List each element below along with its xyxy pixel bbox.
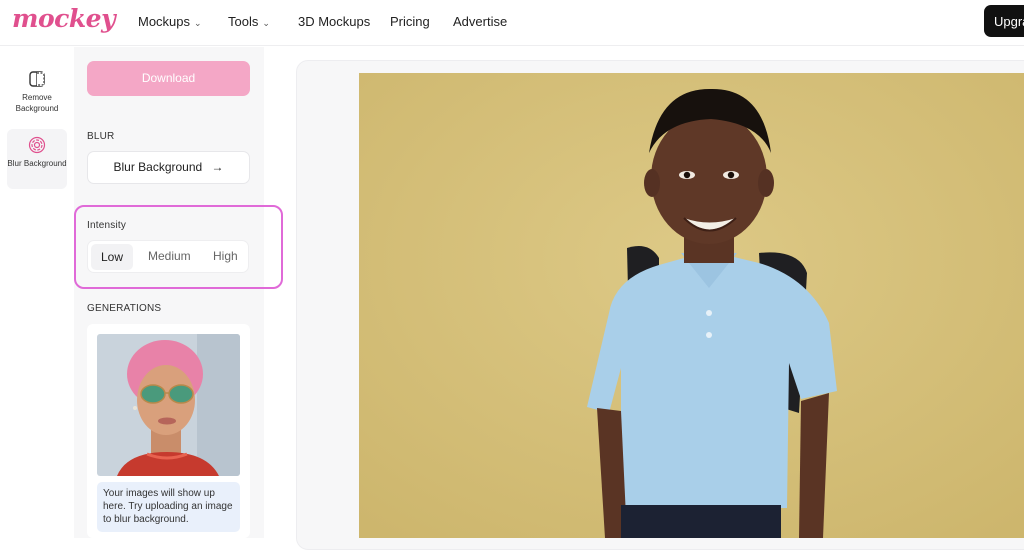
blur-background-label: Blur Background	[113, 160, 203, 174]
arrow-right-icon: →	[211, 160, 224, 174]
blur-background-button[interactable]: Blur Background →	[87, 151, 250, 184]
rail-item-label: Blur Background	[7, 159, 67, 168]
nav-3d-mockups[interactable]: 3D Mockups	[298, 14, 370, 29]
nav-advertise[interactable]: Advertise	[453, 14, 507, 29]
nav-pricing[interactable]: Pricing	[390, 14, 430, 29]
chevron-down-icon: ⌄	[194, 18, 202, 28]
tool-rail: Remove Background Blur Background	[0, 47, 74, 538]
blur-section-label: BLUR	[87, 131, 115, 142]
intensity-selector: Low Medium High	[87, 240, 249, 273]
intensity-option-medium[interactable]: Medium	[148, 249, 191, 263]
boy-portrait-image	[359, 73, 1024, 538]
nav-mockups-label: Mockups	[138, 14, 191, 29]
chevron-down-icon: ⌄	[262, 18, 270, 28]
nav-mockups[interactable]: Mockups ⌄	[138, 14, 202, 29]
upgrade-button[interactable]: Upgra	[984, 5, 1024, 37]
remove-background-icon	[29, 71, 45, 87]
rail-item-blur-background[interactable]: Blur Background	[7, 129, 67, 189]
mockey-logo[interactable]: mockey	[12, 4, 116, 33]
nav-tools[interactable]: Tools ⌄	[228, 14, 270, 29]
top-navbar: mockey Mockups ⌄ Tools ⌄ 3D Mockups Pricin…	[0, 0, 1024, 46]
sample-portrait-image	[97, 334, 240, 476]
rail-item-remove-background[interactable]: Remove Background	[7, 63, 67, 123]
nav-tools-label: Tools	[228, 14, 259, 29]
uploaded-photo[interactable]	[359, 73, 1024, 538]
intensity-option-low[interactable]: Low	[91, 244, 133, 270]
intensity-label: Intensity	[87, 220, 127, 231]
generations-card: Your images will show up here. Try uploa…	[87, 324, 250, 538]
intensity-option-high[interactable]: High	[213, 249, 238, 263]
download-button[interactable]: Download	[87, 61, 250, 96]
settings-panel: Download BLUR Blur Background → Intensit…	[74, 47, 283, 538]
rail-item-label: Remove Background	[15, 93, 59, 113]
generation-thumbnail[interactable]	[97, 334, 240, 476]
blur-icon	[28, 136, 46, 154]
generations-note: Your images will show up here. Try uploa…	[97, 482, 240, 532]
generations-label: GENERATIONS	[87, 303, 162, 314]
